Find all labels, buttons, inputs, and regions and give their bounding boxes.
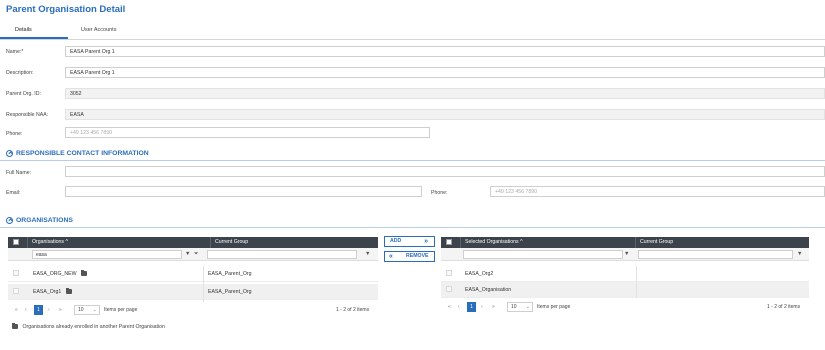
table-row[interactable]: EASA_Org2: [441, 266, 809, 282]
email-field[interactable]: [65, 186, 422, 197]
table-row[interactable]: EASA_Organisation: [441, 282, 809, 298]
last-page-icon[interactable]: »: [59, 307, 62, 313]
responsible-naa-label: Responsible NAA:: [6, 112, 49, 118]
pager-range: 1 - 2 of 2 items: [767, 304, 801, 310]
section-divider: [0, 160, 825, 161]
column-divider: [636, 266, 637, 298]
responsible-naa-field: EASA: [65, 109, 825, 120]
folder-icon: [80, 270, 87, 277]
add-label: ADD: [390, 238, 402, 244]
current-page-button[interactable]: 1: [34, 305, 43, 315]
folder-legend: Organisations already enrolled in anothe…: [12, 323, 165, 330]
items-per-page-label: Items per page: [104, 307, 138, 313]
column-current-group[interactable]: Current Group: [636, 237, 809, 248]
section-divider: [0, 227, 825, 228]
parent-org-id-label: Parent Org. ID:: [6, 91, 41, 97]
chevron-down-icon: ⌄: [92, 307, 97, 313]
row-checkbox[interactable]: [446, 270, 452, 276]
contact-section-header[interactable]: RESPONSIBLE CONTACT INFORMATION: [6, 150, 149, 157]
email-label: Email:: [6, 190, 21, 196]
current-group-filter-input[interactable]: [638, 250, 793, 259]
organisation-name: EASA_ORG_NEW: [33, 271, 77, 277]
phone-field[interactable]: +49 123 456 7890: [65, 127, 430, 138]
organisation-filter-input[interactable]: easa: [32, 250, 182, 259]
active-tab-indicator: [0, 37, 68, 39]
current-group-value: EASA_Parent_Org: [208, 289, 252, 295]
select-all-cell: [8, 237, 28, 248]
right-grid-header: Selected Organisations ^ Current Group: [441, 237, 809, 248]
previous-page-icon[interactable]: ‹: [25, 307, 27, 313]
left-filter-row: easa ▼ ⏷ ▼: [8, 248, 378, 261]
page-size-select[interactable]: 10 ⌄: [507, 302, 533, 312]
column-current-group[interactable]: Current Group: [211, 237, 378, 248]
selected-organisation-filter-input[interactable]: [463, 250, 623, 259]
next-page-icon[interactable]: ›: [481, 304, 483, 310]
organisation-name: EASA_Org1: [33, 289, 62, 295]
left-pager: « ‹ 1 › » 10 ⌄ Items per page 1 - 2 of 2…: [8, 305, 378, 317]
clear-filter-icon[interactable]: ⏷: [194, 251, 198, 258]
name-label: Name:*: [6, 49, 24, 55]
tab-bar: Details User Accounts: [0, 22, 825, 40]
row-checkbox[interactable]: [13, 270, 19, 276]
column-selected-organisations[interactable]: Selected Organisations ^: [461, 237, 636, 248]
select-all-checkbox[interactable]: [13, 239, 19, 245]
page-size-select[interactable]: 10 ⌄: [74, 305, 100, 315]
first-page-icon[interactable]: «: [15, 307, 18, 313]
tab-user-accounts[interactable]: User Accounts: [81, 27, 116, 33]
folder-icon: [12, 323, 18, 330]
double-chevron-left-icon: «: [389, 253, 393, 260]
remove-button[interactable]: « REMOVE: [384, 251, 435, 262]
pager-range: 1 - 2 of 2 items: [336, 307, 370, 313]
add-button[interactable]: ADD »: [384, 236, 435, 247]
organisation-name: EASA_Org2: [465, 271, 494, 277]
previous-page-icon[interactable]: ‹: [458, 304, 460, 310]
contact-phone-field[interactable]: +49 123 456 7890: [490, 186, 825, 197]
column-organisations[interactable]: Organisations ^: [28, 237, 211, 248]
left-grid-header: Organisations ^ Current Group: [8, 237, 378, 248]
row-checkbox[interactable]: [13, 288, 19, 294]
chevron-up-circle-icon: [6, 150, 13, 157]
contact-section-title: RESPONSIBLE CONTACT INFORMATION: [16, 150, 149, 157]
folder-icon: [65, 288, 72, 295]
filter-icon[interactable]: ▼: [797, 251, 802, 257]
table-row[interactable]: EASA_Org1 EASA_Parent_Org: [8, 284, 378, 300]
organisations-section-header[interactable]: ORGANISATIONS: [6, 217, 73, 224]
phone-label: Phone:: [6, 131, 23, 137]
organisation-name: EASA_Organisation: [465, 287, 512, 293]
column-divider: [203, 266, 204, 302]
full-name-field[interactable]: [65, 166, 825, 177]
organisations-section-title: ORGANISATIONS: [16, 217, 73, 224]
remove-label: REMOVE: [406, 253, 429, 259]
chevron-down-icon: ⌄: [525, 304, 530, 310]
page-title: Parent Organisation Detail: [6, 4, 126, 15]
description-label: Description:: [6, 70, 34, 76]
page-size-value: 10: [511, 304, 517, 310]
filter-icon[interactable]: ▼: [185, 251, 190, 257]
chevron-up-circle-icon: [6, 217, 13, 224]
last-page-icon[interactable]: »: [492, 304, 495, 310]
table-row[interactable]: EASA_ORG_NEW EASA_Parent_Org: [8, 266, 378, 282]
filter-icon[interactable]: ▼: [624, 251, 629, 257]
double-chevron-right-icon: »: [424, 238, 428, 245]
page-size-value: 10: [78, 307, 84, 313]
right-filter-row: ▼ ▼: [441, 248, 809, 261]
select-all-checkbox[interactable]: [446, 239, 452, 245]
row-checkbox[interactable]: [446, 286, 452, 292]
current-page-button[interactable]: 1: [467, 302, 476, 312]
items-per-page-label: Items per page: [537, 304, 571, 310]
description-field[interactable]: EASA Parent Org 1: [65, 67, 825, 78]
contact-phone-label: Phone:: [431, 190, 448, 196]
current-group-filter-input[interactable]: [207, 250, 357, 259]
current-group-value: EASA_Parent_Org: [208, 271, 252, 277]
tab-details[interactable]: Details: [15, 27, 32, 33]
name-field[interactable]: EASA Parent Org 1: [65, 46, 825, 57]
filter-icon[interactable]: ▼: [365, 251, 370, 257]
first-page-icon[interactable]: «: [448, 304, 451, 310]
parent-org-id-field: 3052: [65, 88, 825, 99]
folder-legend-text: Organisations already enrolled in anothe…: [22, 324, 165, 330]
select-all-cell: [441, 237, 461, 248]
next-page-icon[interactable]: ›: [48, 307, 50, 313]
full-name-label: Full Name:: [6, 170, 32, 176]
right-pager: « ‹ 1 › » 10 ⌄ Items per page 1 - 2 of 2…: [441, 302, 809, 314]
